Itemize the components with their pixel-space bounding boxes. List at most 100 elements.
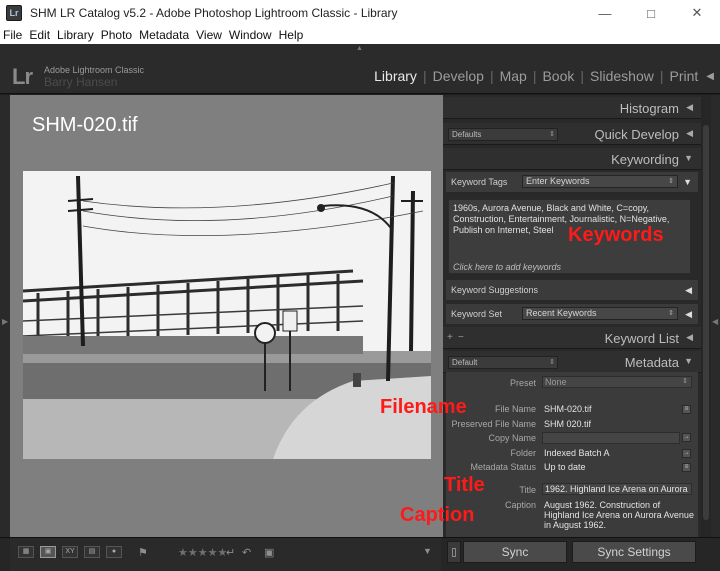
module-book[interactable]: Book bbox=[536, 68, 580, 84]
sync-settings-button[interactable]: Sync Settings bbox=[572, 541, 696, 563]
stepper-icon: ⇕ bbox=[668, 178, 674, 185]
photo-illustration bbox=[23, 171, 431, 459]
keywording-panel-header[interactable]: Keywording ▼ bbox=[443, 148, 701, 170]
file-name-value[interactable]: SHM-020.tif bbox=[544, 404, 592, 414]
remove-keyword-icon[interactable]: − bbox=[458, 332, 464, 343]
collapse-triangle-icon: ◀ bbox=[686, 128, 693, 138]
metadata-preset-label: Preset bbox=[509, 378, 536, 388]
loupe-view-icon[interactable]: ▣ bbox=[40, 546, 56, 558]
bottom-toolbar: ▦ ▣ XY ▤ ● ⚑ ★★★★★ ↵ ↶ ▣ ▼ Sync Sync Set… bbox=[0, 537, 720, 571]
lightroom-logo: Lr bbox=[12, 64, 33, 89]
right-panel-scrollbar[interactable] bbox=[701, 95, 711, 537]
add-keywords-hint[interactable]: Click here to add keywords bbox=[453, 262, 561, 272]
left-panel-toggle[interactable]: ▶ bbox=[0, 95, 10, 537]
module-print[interactable]: Print bbox=[664, 68, 705, 84]
folder-value: Indexed Batch A bbox=[544, 448, 610, 458]
expand-triangle-icon: ▼ bbox=[684, 356, 693, 366]
maximize-icon[interactable]: □ bbox=[628, 0, 674, 26]
keyword-set-label: Keyword Set bbox=[451, 309, 503, 319]
stepper-icon: ⇕ bbox=[682, 378, 688, 385]
menu-view[interactable]: View bbox=[196, 28, 222, 42]
metadata-preset-select[interactable]: None ⇕ bbox=[542, 376, 692, 388]
copy-name-field[interactable] bbox=[542, 432, 680, 444]
people-view-icon[interactable]: ● bbox=[106, 546, 122, 558]
collapse-triangle-icon: ◀ bbox=[686, 102, 693, 112]
menu-photo[interactable]: Photo bbox=[101, 28, 132, 42]
title-value: 1962. Highland Ice Arena on Aurora bbox=[545, 484, 688, 494]
metadata-panel-header[interactable]: Default ⇕ Metadata ▼ bbox=[443, 351, 701, 373]
close-icon[interactable]: ✕ bbox=[674, 0, 720, 26]
flag-icon[interactable]: ⚑ bbox=[138, 546, 148, 559]
metadata-title: Metadata bbox=[624, 355, 679, 370]
star-rating[interactable]: ★★★★★ bbox=[178, 546, 227, 559]
quick-develop-preset-value: Defaults bbox=[452, 130, 482, 139]
photo-preview[interactable] bbox=[23, 171, 431, 459]
keyword-suggestions-row[interactable]: Keyword Suggestions ◀ bbox=[446, 280, 698, 300]
module-picker: Library | Develop | Map | Book | Slidesh… bbox=[368, 68, 716, 84]
menu-metadata[interactable]: Metadata bbox=[139, 28, 189, 42]
crop-overlay-icon[interactable]: ▣ bbox=[264, 546, 274, 559]
quick-develop-preset-select[interactable]: Defaults ⇕ bbox=[448, 128, 558, 141]
preserved-file-name-value: SHM 020.tif bbox=[544, 419, 592, 429]
toolbar-menu-icon[interactable]: ▼ bbox=[423, 546, 432, 556]
filename-annotation: Filename bbox=[380, 396, 467, 418]
menu-file[interactable]: File bbox=[3, 28, 22, 42]
minimize-icon[interactable]: — bbox=[582, 0, 628, 26]
menu-edit[interactable]: Edit bbox=[29, 28, 50, 42]
title-field[interactable]: 1962. Highland Ice Arena on Aurora bbox=[542, 483, 692, 495]
histogram-title: Histogram bbox=[619, 101, 679, 116]
lightroom-app-icon: Lr bbox=[6, 5, 22, 21]
metadata-view-select[interactable]: Default ⇕ bbox=[448, 356, 558, 369]
window-titlebar: Lr SHM LR Catalog v5.2 - Adobe Photoshop… bbox=[0, 0, 720, 26]
collapse-triangle-icon[interactable]: ◀ bbox=[685, 309, 692, 320]
rotate-right-icon[interactable]: ↶ bbox=[242, 546, 251, 559]
keyword-set-row: Keyword Set Recent Keywords ⇕ ◀ bbox=[446, 304, 698, 324]
right-panel-toggle[interactable]: ◀ bbox=[711, 95, 720, 537]
copy-name-label: Copy Name bbox=[488, 433, 536, 443]
loupe-filename-overlay: SHM-020.tif bbox=[32, 114, 138, 136]
keyword-set-value: Recent Keywords bbox=[526, 308, 597, 318]
menu-window[interactable]: Window bbox=[229, 28, 272, 42]
title-annotation: Title bbox=[444, 474, 485, 496]
list-icon[interactable]: ≡ bbox=[682, 405, 691, 414]
keyword-tags-mode-select[interactable]: Enter Keywords ⇕ bbox=[522, 175, 678, 188]
keyword-suggestions-label: Keyword Suggestions bbox=[451, 285, 539, 295]
metadata-status-label: Metadata Status bbox=[470, 462, 536, 472]
module-map[interactable]: Map bbox=[494, 68, 533, 84]
compare-view-icon[interactable]: XY bbox=[62, 546, 78, 558]
module-slideshow[interactable]: Slideshow bbox=[584, 68, 660, 84]
menu-bar: File Edit Library Photo Metadata View Wi… bbox=[0, 26, 720, 44]
keyword-list-panel-header[interactable]: + − Keyword List ◀ bbox=[443, 327, 701, 349]
expand-triangle-icon[interactable]: ▼ bbox=[683, 177, 692, 187]
window-title: SHM LR Catalog v5.2 - Adobe Photoshop Li… bbox=[30, 6, 398, 20]
collapse-top-panel-icon[interactable]: ▲ bbox=[356, 45, 363, 52]
module-develop[interactable]: Develop bbox=[427, 68, 490, 84]
auto-sync-toggle[interactable] bbox=[447, 541, 461, 563]
arrow-right-icon[interactable]: → bbox=[682, 449, 691, 458]
list-icon[interactable]: ≡ bbox=[682, 463, 691, 472]
quick-develop-panel-header[interactable]: Defaults ⇕ Quick Develop ◀ bbox=[443, 123, 701, 145]
window-controls: — □ ✕ bbox=[582, 0, 720, 26]
sync-button[interactable]: Sync bbox=[463, 541, 567, 563]
stepper-icon: ⇕ bbox=[549, 131, 555, 138]
preserved-file-name-label: Preserved File Name bbox=[451, 419, 536, 429]
more-modules-icon[interactable]: ◀ bbox=[704, 71, 716, 82]
identity-app-name: Adobe Lightroom Classic bbox=[44, 65, 145, 75]
module-library[interactable]: Library bbox=[368, 68, 423, 84]
quick-develop-title: Quick Develop bbox=[594, 127, 679, 142]
scrollbar-thumb[interactable] bbox=[703, 125, 709, 520]
collapse-triangle-icon: ◀ bbox=[685, 285, 692, 295]
histogram-panel-header[interactable]: Histogram ◀ bbox=[443, 97, 701, 119]
loupe-view[interactable]: SHM-020.tif bbox=[10, 95, 443, 537]
menu-help[interactable]: Help bbox=[279, 28, 304, 42]
arrow-right-icon[interactable]: → bbox=[682, 433, 691, 442]
caption-value[interactable]: August 1962. Construction of Highland Ic… bbox=[544, 500, 694, 530]
grid-view-icon[interactable]: ▦ bbox=[18, 546, 34, 558]
left-panel-arrow-icon: ▶ bbox=[2, 317, 9, 326]
keyword-set-select[interactable]: Recent Keywords ⇕ bbox=[522, 307, 678, 320]
survey-view-icon[interactable]: ▤ bbox=[84, 546, 100, 558]
add-keyword-icon[interactable]: + bbox=[447, 332, 453, 343]
rotate-left-icon[interactable]: ↵ bbox=[226, 546, 235, 559]
keyword-tags-label: Keyword Tags bbox=[451, 177, 508, 187]
menu-library[interactable]: Library bbox=[57, 28, 94, 42]
